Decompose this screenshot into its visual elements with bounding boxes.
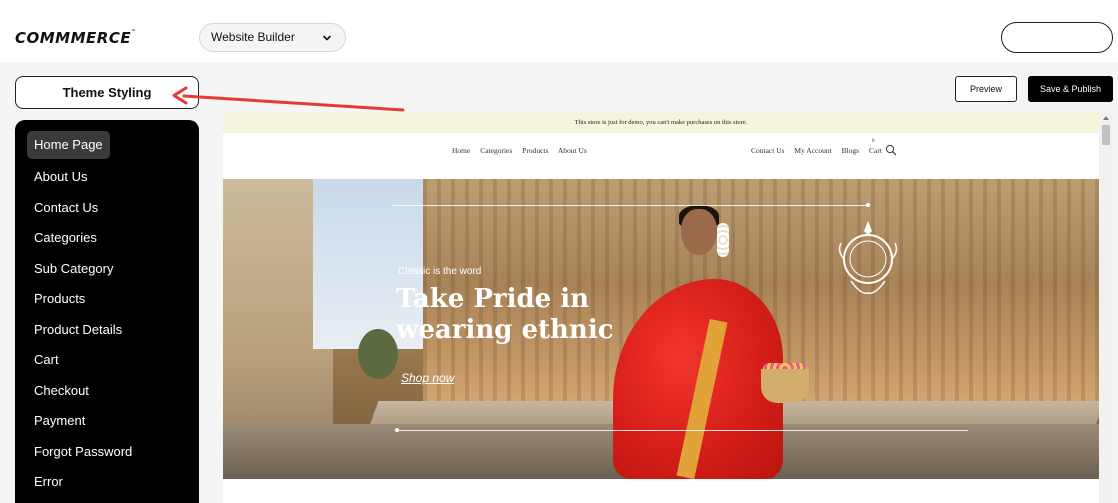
- top-header: COMMMERCE™ Website Builder: [0, 0, 1118, 62]
- search-icon[interactable]: [885, 144, 897, 156]
- scrollbar-thumb[interactable]: [1102, 125, 1110, 145]
- sidebar-item-product-details[interactable]: Product Details: [27, 316, 129, 344]
- hero-bg-tree: [358, 329, 398, 379]
- hero-bottom-line: [398, 430, 968, 431]
- logo-text: COMMMERCE: [15, 29, 132, 47]
- sidebar-item-payment[interactable]: Payment: [27, 407, 92, 435]
- store-nav-contact-us[interactable]: Contact Us: [751, 146, 785, 155]
- hero-top-dot: [866, 203, 870, 207]
- preview-scrollbar[interactable]: [1099, 113, 1113, 503]
- theme-styling-button[interactable]: Theme Styling: [15, 76, 199, 109]
- sidebar-item-home-page[interactable]: Home Page: [27, 131, 110, 159]
- sidebar-item-error[interactable]: Error: [27, 468, 70, 496]
- hero-banner: Classic is the word Take Pride in wearin…: [223, 179, 1099, 479]
- builder-select-value: Website Builder: [211, 30, 295, 44]
- store-nav-products[interactable]: Products: [522, 146, 548, 155]
- chevron-down-icon: [323, 35, 331, 41]
- hero-tagline: Classic is the word: [398, 266, 482, 277]
- store-nav-blogs[interactable]: Blogs: [842, 146, 860, 155]
- cart-count-badge: 0: [872, 139, 875, 144]
- logo-tm: ™: [131, 29, 137, 35]
- hero-title: Take Pride in wearing ethnic: [396, 284, 696, 346]
- store-nav-home[interactable]: Home: [452, 146, 470, 155]
- store-nav-left: Home Categories Products About Us: [452, 146, 595, 155]
- store-nav-about-us[interactable]: About Us: [558, 146, 587, 155]
- store-nav-my-account[interactable]: My Account: [794, 146, 831, 155]
- hero-model-head: [681, 209, 717, 255]
- sidebar-item-checkout[interactable]: Checkout: [27, 377, 96, 405]
- store-preview-frame[interactable]: This store is just for demo, you can't m…: [223, 113, 1113, 503]
- store-nav-cart[interactable]: Cart: [869, 146, 882, 155]
- scroll-up-icon[interactable]: [1103, 116, 1109, 120]
- hero-title-line-2: wearing ethnic: [396, 315, 614, 345]
- hero-basket: [761, 369, 809, 403]
- sidebar-item-forgot-password[interactable]: Forgot Password: [27, 438, 139, 466]
- hero-model-jasmine: [717, 223, 729, 257]
- hero-bottom-dot: [395, 428, 399, 432]
- sidebar-item-sub-category[interactable]: Sub Category: [27, 255, 121, 283]
- sidebar-item-categories[interactable]: Categories: [27, 224, 104, 252]
- sidebar-item-products[interactable]: Products: [27, 285, 92, 313]
- sidebar-item-cart[interactable]: Cart: [27, 346, 66, 374]
- website-builder-select[interactable]: Website Builder: [199, 23, 346, 52]
- sidebar-item-about-us[interactable]: About Us: [27, 163, 94, 191]
- store-nav-categories[interactable]: Categories: [480, 146, 512, 155]
- account-pill-button[interactable]: [1001, 22, 1113, 53]
- hero-title-line-1: Take Pride in: [396, 284, 589, 314]
- medallion-ornament-icon: [838, 221, 898, 294]
- preview-button[interactable]: Preview: [955, 76, 1017, 102]
- hero-top-line: [393, 205, 869, 206]
- shop-now-link[interactable]: Shop now: [401, 371, 454, 385]
- sidebar-item-contact-us[interactable]: Contact Us: [27, 194, 105, 222]
- demo-notice-bar: This store is just for demo, you can't m…: [223, 113, 1099, 133]
- commerce-logo[interactable]: COMMMERCE™: [15, 29, 137, 47]
- store-nav-right: Contact Us My Account Blogs Cart: [751, 146, 890, 155]
- page-sidebar: Home Page About Us Contact Us Categories…: [15, 120, 199, 503]
- save-publish-button[interactable]: Save & Publish: [1028, 76, 1113, 102]
